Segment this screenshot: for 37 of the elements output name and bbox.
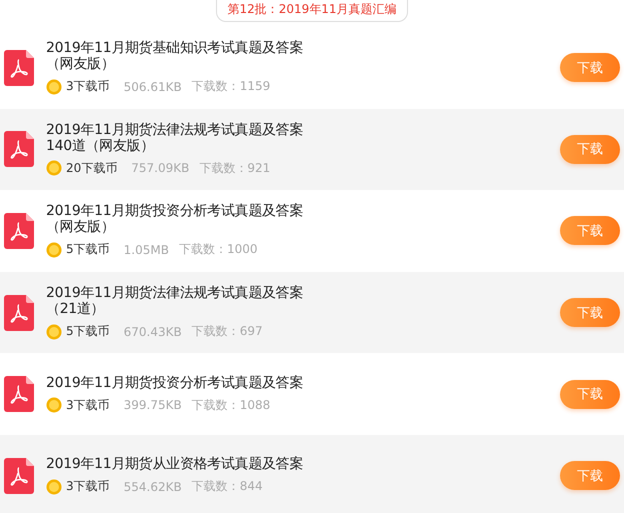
download-count: 下载数：697: [192, 323, 263, 340]
file-size: 757.09KB: [131, 161, 190, 176]
download-count: 下载数：1000: [178, 241, 258, 258]
file-size: 670.43KB: [124, 324, 182, 339]
file-size: 1.05MB: [124, 242, 169, 257]
download-count: 下载数：1088: [192, 396, 270, 414]
file-size: 399.75KB: [124, 398, 182, 412]
coin-icon: [46, 478, 62, 495]
file-title[interactable]: 2019年11月期货从业资格考试真题及答案: [46, 456, 318, 472]
file-size: 554.62KB: [124, 480, 182, 494]
coin-icon: [46, 78, 62, 95]
pdf-file-icon: [4, 376, 34, 412]
file-title[interactable]: 2019年11月期货法律法规考试真题及答案（21道）: [46, 285, 318, 318]
coin-price: 3下载币: [66, 78, 110, 96]
file-title[interactable]: 2019年11月期货法律法规考试真题及答案140道（网友版）: [46, 122, 318, 154]
coin-price: 3下载币: [66, 396, 110, 414]
coin-icon: [46, 397, 62, 414]
pdf-file-icon: [4, 212, 34, 249]
download-count: 下载数：1159: [192, 78, 270, 96]
pdf-file-icon: [4, 50, 34, 86]
file-size: 506.61KB: [124, 80, 182, 94]
coin-price: 20下载币: [66, 160, 118, 177]
coin-icon: [46, 324, 62, 340]
batch-title: 第12批：2019年11月真题汇编: [216, 0, 408, 22]
pdf-file-icon: [4, 458, 34, 494]
file-title[interactable]: 2019年11月期货投资分析考试真题及答案（网友版）: [46, 203, 318, 236]
download-count: 下载数：921: [199, 160, 270, 177]
coin-icon: [46, 242, 62, 258]
coin-icon: [46, 160, 62, 176]
file-title[interactable]: 2019年11月期货基础知识考试真题及答案（网友版）: [46, 40, 318, 72]
pdf-file-icon: [4, 131, 34, 168]
coin-price: 5下载币: [66, 323, 110, 340]
coin-price: 3下载币: [66, 478, 110, 496]
file-title[interactable]: 2019年11月期货投资分析考试真题及答案: [46, 374, 318, 391]
pdf-file-icon: [4, 294, 34, 331]
coin-price: 5下载币: [66, 241, 110, 258]
download-count: 下载数：844: [192, 478, 263, 496]
